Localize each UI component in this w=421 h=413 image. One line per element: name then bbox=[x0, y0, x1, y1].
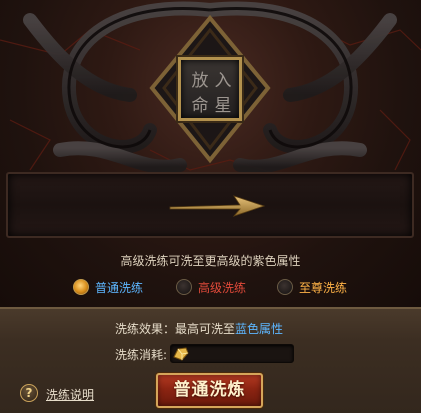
radio-unselected-icon[interactable] bbox=[176, 279, 192, 295]
slot-char-1: 放 bbox=[191, 71, 209, 91]
refine-description: 高级洗练可洗至更高级的紫色属性 bbox=[120, 254, 301, 268]
gem-slot[interactable]: 放 入 命 星 bbox=[178, 57, 242, 121]
radio-unselected-icon[interactable] bbox=[277, 279, 293, 295]
radio-supreme-refine[interactable]: 至尊洗练 bbox=[277, 277, 347, 297]
slot-char-2: 入 bbox=[214, 71, 232, 91]
cost-display bbox=[170, 344, 294, 363]
radio-label-normal: 普通洗练 bbox=[95, 280, 144, 295]
result-preview-bar bbox=[6, 172, 414, 238]
gold-ingot-icon bbox=[173, 347, 189, 361]
slot-char-4: 星 bbox=[214, 96, 232, 116]
radio-advanced-refine[interactable]: 高级洗练 bbox=[176, 277, 246, 297]
radio-normal-refine[interactable]: 普通洗练 bbox=[73, 277, 143, 297]
radio-label-advanced: 高级洗练 bbox=[198, 280, 247, 295]
effect-prefix: 洗练效果：最高可洗至 bbox=[115, 322, 236, 336]
refine-top-panel: 放 入 命 星 高级洗练可洗至更高级的紫色属性 普通洗练 高级洗练 至尊洗练 bbox=[0, 0, 421, 307]
help-icon[interactable]: ? bbox=[20, 384, 38, 402]
effect-highlight: 蓝色属性 bbox=[235, 322, 284, 336]
refine-effect-text: 洗练效果：最高可洗至蓝色属性 bbox=[115, 320, 283, 337]
help-link[interactable]: 洗练说明 bbox=[46, 386, 94, 403]
refine-bottom-panel: 洗练效果：最高可洗至蓝色属性 洗练消耗: ? 洗练说明 普通洗炼 bbox=[0, 307, 421, 413]
slot-char-3: 命 bbox=[191, 96, 209, 116]
radio-selected-icon[interactable] bbox=[73, 279, 89, 295]
arrow-right-icon bbox=[169, 195, 266, 217]
refine-button[interactable]: 普通洗炼 bbox=[156, 373, 263, 408]
radio-label-supreme: 至尊洗练 bbox=[299, 280, 348, 295]
cost-label: 洗练消耗: bbox=[115, 348, 168, 362]
